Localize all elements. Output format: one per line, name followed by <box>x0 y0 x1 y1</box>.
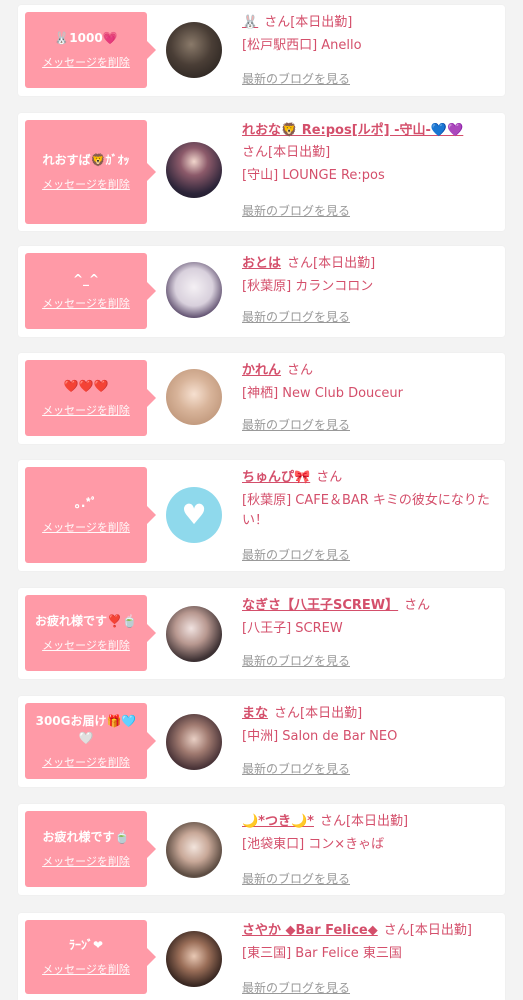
store-name: [池袋東口] コン×きゃば <box>242 837 385 852</box>
honorific-status: さん <box>287 363 314 378</box>
message-text: れおすば🦁ｶﾞｵｯ <box>42 153 130 167</box>
message-bubble: 300Gお届け🎁🩵🤍 メッセージを削除 <box>25 703 156 779</box>
message-bubble: ❤️❤️❤️ メッセージを削除 <box>25 360 156 436</box>
message-bubble: 🐰1000💗 メッセージを削除 <box>25 12 156 88</box>
honorific-status: さん[本日出勤] <box>264 15 353 30</box>
cast-name-link[interactable]: なぎさ【八王子SCREW】 <box>242 598 398 613</box>
latest-blog-link[interactable]: 最新のブログを見る <box>242 979 350 996</box>
message-text: 300Gお届け🎁🩵🤍 <box>35 713 137 745</box>
cast-name-link[interactable]: 🐰 <box>242 15 258 30</box>
delete-message-link[interactable]: メッセージを削除 <box>42 176 130 192</box>
heart-logo-icon: ♥ <box>181 498 207 531</box>
latest-blog-link[interactable]: 最新のブログを見る <box>242 760 350 777</box>
message-text: お疲れ様です🍵 <box>42 830 130 844</box>
store-name: [神栖] New Club Douceur <box>242 386 404 401</box>
list-item: お疲れ様です❣️🍵 メッセージを削除 なぎさ【八王子SCREW】 さん [八王子]… <box>18 588 505 679</box>
latest-blog-link[interactable]: 最新のブログを見る <box>242 202 350 219</box>
avatar[interactable]: ♥ <box>166 487 222 543</box>
message-bubble: お疲れ様です🍵 メッセージを削除 <box>25 811 156 887</box>
store-name: [秋葉原] CAFE＆BAR キミの彼女になりたい！ <box>242 493 490 528</box>
honorific-status: さん[本日出勤] <box>274 706 363 721</box>
delete-message-link[interactable]: メッセージを削除 <box>42 54 130 70</box>
message-text: ｡.*ﾟ <box>74 496 98 510</box>
cast-name-link[interactable]: 🌙*つき🌙* <box>242 814 314 829</box>
list-item: ｡.*ﾟ メッセージを削除 ♥ ちゅんぴ🎀 さん [秋葉原] CAFE＆BAR キ… <box>18 460 505 571</box>
latest-blog-link[interactable]: 最新のブログを見る <box>242 416 350 433</box>
cast-name-link[interactable]: さやか ◆Bar Felice◆ <box>242 923 378 938</box>
list-item: 300Gお届け🎁🩵🤍 メッセージを削除 まな さん[本日出勤] [中洲] Salo… <box>18 696 505 787</box>
message-bubble: お疲れ様です❣️🍵 メッセージを削除 <box>25 595 156 671</box>
delete-message-link[interactable]: メッセージを削除 <box>42 402 130 418</box>
honorific-status: さん <box>316 470 343 485</box>
message-bubble: ｡.*ﾟ メッセージを削除 <box>25 467 156 563</box>
honorific-status: さん[本日出勤] <box>287 256 376 271</box>
message-text: 🐰1000💗 <box>54 31 118 45</box>
store-name: [秋葉原] カランコロン <box>242 279 374 294</box>
avatar[interactable] <box>166 262 222 318</box>
message-text: ﾗｰﾝﾞ❤︎ <box>68 938 104 952</box>
delete-message-link[interactable]: メッセージを削除 <box>42 754 130 770</box>
cast-name-link[interactable]: れおな🦁 Re:pos[ルポ] -守山-💙💜 <box>242 123 463 138</box>
message-text: お疲れ様です❣️🍵 <box>35 614 137 628</box>
store-name: [守山] LOUNGE Re:pos <box>242 168 385 183</box>
avatar[interactable] <box>166 606 222 662</box>
honorific-status: さん[本日出勤] <box>383 923 472 938</box>
latest-blog-link[interactable]: 最新のブログを見る <box>242 652 350 669</box>
cast-name-link[interactable]: かれん <box>242 363 281 378</box>
latest-blog-link[interactable]: 最新のブログを見る <box>242 308 350 325</box>
avatar[interactable] <box>166 369 222 425</box>
delete-message-link[interactable]: メッセージを削除 <box>42 295 130 311</box>
avatar[interactable] <box>166 931 222 987</box>
avatar[interactable] <box>166 22 222 78</box>
store-name: [八王子] SCREW <box>242 621 343 636</box>
latest-blog-link[interactable]: 最新のブログを見る <box>242 870 350 887</box>
avatar[interactable] <box>166 822 222 878</box>
list-item: お疲れ様です🍵 メッセージを削除 🌙*つき🌙* さん[本日出勤] [池袋東口] コ… <box>18 804 505 895</box>
message-text: ❤️❤️❤️ <box>63 379 109 393</box>
message-text: ^_^ <box>72 272 100 286</box>
message-bubble: れおすば🦁ｶﾞｵｯ メッセージを削除 <box>25 120 156 224</box>
latest-blog-link[interactable]: 最新のブログを見る <box>242 70 350 87</box>
message-bubble: ﾗｰﾝﾞ❤︎ メッセージを削除 <box>25 920 156 994</box>
cast-name-link[interactable]: ちゅんぴ🎀 <box>242 470 310 485</box>
honorific-status: さん[本日出勤] <box>319 814 409 829</box>
store-name: [東三国] Bar Felice 東三国 <box>242 946 402 961</box>
avatar[interactable] <box>166 142 222 198</box>
list-item: ^_^ メッセージを削除 おとは さん[本日出勤] [秋葉原] カランコロン 最新… <box>18 246 505 337</box>
list-item: ❤️❤️❤️ メッセージを削除 かれん さん [神栖] New Club Douc… <box>18 353 505 444</box>
avatar[interactable] <box>166 714 222 770</box>
delete-message-link[interactable]: メッセージを削除 <box>42 961 130 977</box>
store-name: [松戸駅西口] Anello <box>242 38 362 53</box>
cast-name-link[interactable]: まな <box>242 706 268 721</box>
list-item: れおすば🦁ｶﾞｵｯ メッセージを削除 れおな🦁 Re:pos[ルポ] -守山-💙… <box>18 113 505 231</box>
latest-blog-link[interactable]: 最新のブログを見る <box>242 546 350 563</box>
delete-message-link[interactable]: メッセージを削除 <box>42 519 130 535</box>
list-item: ﾗｰﾝﾞ❤︎ メッセージを削除 さやか ◆Bar Felice◆ さん[本日出勤]… <box>18 913 505 1000</box>
honorific-status: さん[本日出勤] <box>242 145 331 160</box>
cast-name-link[interactable]: おとは <box>242 256 281 271</box>
honorific-status: さん <box>404 598 431 613</box>
store-name: [中洲] Salon de Bar NEO <box>242 729 398 744</box>
message-bubble: ^_^ メッセージを削除 <box>25 253 156 329</box>
delete-message-link[interactable]: メッセージを削除 <box>42 637 130 653</box>
list-item: 🐰1000💗 メッセージを削除 🐰 さん[本日出勤] [松戸駅西口] Anello… <box>18 5 505 96</box>
delete-message-link[interactable]: メッセージを削除 <box>42 853 130 869</box>
